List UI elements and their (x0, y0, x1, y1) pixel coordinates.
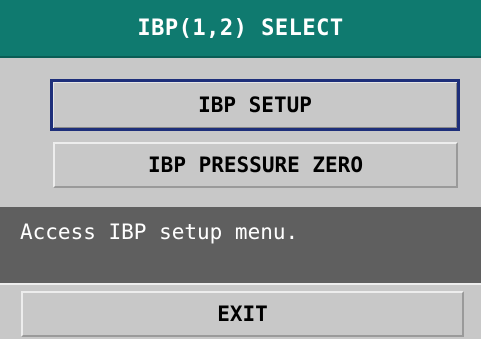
dialog-title: IBP(1,2) SELECT (0, 0, 481, 58)
exit-button[interactable]: EXIT (21, 291, 464, 337)
ibp-pressure-zero-button[interactable]: IBP PRESSURE ZERO (53, 142, 458, 188)
ibp-select-dialog: IBP(1,2) SELECT IBP SETUP IBP PRESSURE Z… (0, 0, 481, 339)
ibp-setup-button[interactable]: IBP SETUP (50, 79, 460, 131)
help-text: Access IBP setup menu. (0, 207, 481, 283)
divider (0, 283, 481, 285)
